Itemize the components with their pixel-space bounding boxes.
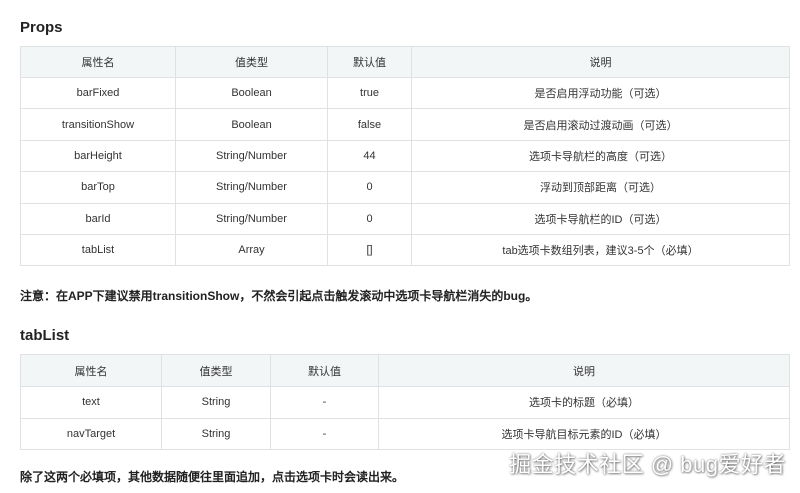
cell-prop-description: 选项卡导航栏的ID（可选） (411, 202, 790, 235)
watermark: 掘金技术社区 @ bug爱好者 (509, 452, 786, 477)
cell-prop-type: String/Number (175, 171, 328, 204)
cell-prop-type: String/Number (175, 139, 328, 173)
note-extra-data: 除了这两个必填项，其他数据随便往里面追加，点击选项卡时会读出来。 (20, 470, 405, 484)
cell-prop-description: 是否启用滚动过渡动画（可选） (411, 108, 790, 141)
column-header-type: 值类型 (175, 46, 328, 78)
column-header-name: 属性名 (20, 354, 162, 387)
column-header-default: 默认值 (270, 354, 379, 387)
table-row: barFixed Boolean true 是否启用浮动功能（可选） (20, 76, 790, 110)
cell-prop-default: 44 (327, 139, 412, 173)
cell-prop-name: navTarget (20, 417, 162, 450)
cell-prop-default: - (270, 417, 379, 450)
props-table: 属性名 值类型 默认值 说明 barFixed Boolean true 是否启… (20, 46, 790, 267)
column-header-type: 值类型 (161, 354, 271, 387)
cell-prop-default: false (327, 108, 412, 141)
table-header-row: 属性名 值类型 默认值 说明 (20, 46, 790, 78)
note-transition-warning: 注意：在APP下建议禁用transitionShow，不然会引起点击触发滚动中选… (20, 289, 538, 303)
cell-prop-description: 选项卡导航目标元素的ID（必填） (378, 417, 790, 450)
column-header-description: 说明 (411, 46, 790, 78)
table-row: navTarget String - 选项卡导航目标元素的ID（必填） (20, 417, 790, 450)
cell-prop-type: String (161, 417, 271, 450)
table-header-row: 属性名 值类型 默认值 说明 (20, 354, 790, 387)
cell-prop-name: barFixed (20, 76, 176, 110)
table-row: barId String/Number 0 选项卡导航栏的ID（可选） (20, 202, 790, 235)
cell-prop-name: transitionShow (20, 108, 176, 141)
cell-prop-default: 0 (327, 171, 412, 204)
cell-prop-default: - (270, 386, 379, 419)
cell-prop-description: tab选项卡数组列表，建议3-5个（必填） (411, 233, 790, 267)
cell-prop-description: 是否启用浮动功能（可选） (411, 76, 790, 110)
column-header-description: 说明 (378, 354, 790, 387)
cell-prop-name: tabList (20, 233, 176, 267)
table-row: text String - 选项卡的标题（必填） (20, 386, 790, 419)
table-row: barTop String/Number 0 浮动到顶部距离（可选） (20, 171, 790, 204)
table-row: transitionShow Boolean false 是否启用滚动过渡动画（… (20, 108, 790, 141)
cell-prop-type: String/Number (175, 202, 328, 235)
tablist-section-title: tabList (20, 327, 70, 344)
column-header-default: 默认值 (327, 46, 412, 78)
tablist-table: 属性名 值类型 默认值 说明 text String - 选项卡的标题（必填） … (20, 354, 790, 450)
cell-prop-default: true (327, 76, 412, 110)
cell-prop-default: [] (327, 233, 412, 267)
cell-prop-description: 选项卡导航栏的高度（可选） (411, 139, 790, 173)
cell-prop-default: 0 (327, 202, 412, 235)
table-row: barHeight String/Number 44 选项卡导航栏的高度（可选） (20, 139, 790, 173)
cell-prop-name: barId (20, 202, 176, 235)
props-section-title: Props (20, 19, 63, 36)
column-header-name: 属性名 (20, 46, 176, 78)
cell-prop-name: barHeight (20, 139, 176, 173)
cell-prop-description: 选项卡的标题（必填） (378, 386, 790, 419)
table-row: tabList Array [] tab选项卡数组列表，建议3-5个（必填） (20, 233, 790, 267)
cell-prop-type: Boolean (175, 108, 328, 141)
cell-prop-description: 浮动到顶部距离（可选） (411, 171, 790, 204)
cell-prop-type: String (161, 386, 271, 419)
cell-prop-name: text (20, 386, 162, 419)
cell-prop-name: barTop (20, 171, 176, 204)
cell-prop-type: Boolean (175, 76, 328, 110)
cell-prop-type: Array (175, 233, 328, 267)
